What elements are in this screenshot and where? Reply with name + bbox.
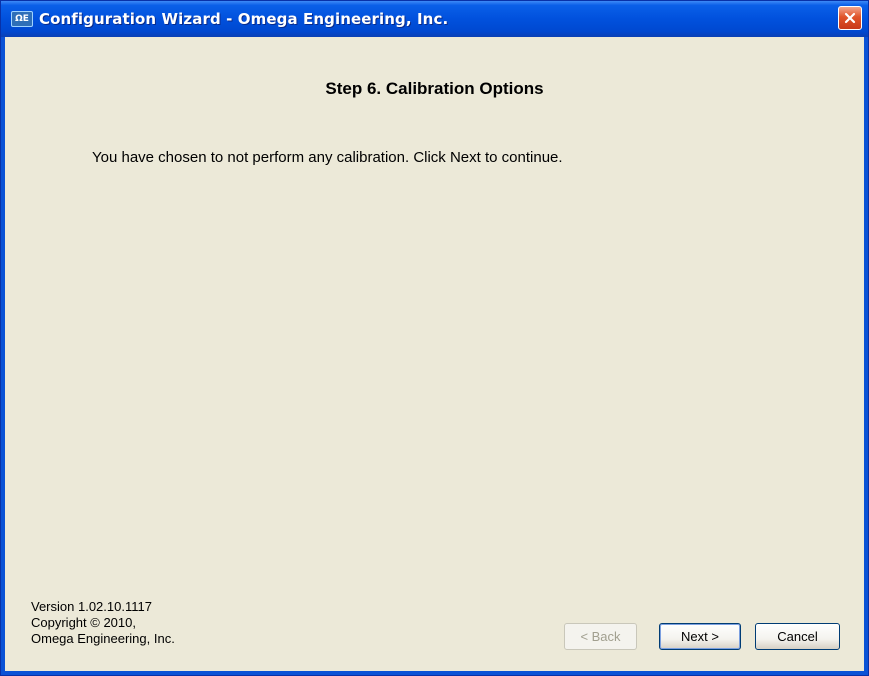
- version-text: Version 1.02.10.1117: [31, 599, 152, 614]
- omega-app-icon: ΩE: [11, 11, 33, 27]
- wizard-body: Step 6. Calibration Options You have cho…: [5, 37, 864, 671]
- info-message: You have chosen to not perform any calib…: [92, 149, 563, 166]
- close-icon: [844, 12, 856, 24]
- page-title: Step 6. Calibration Options: [325, 79, 544, 98]
- copyright-text: Copyright © 2010,: [31, 615, 136, 630]
- back-button[interactable]: < Back: [564, 623, 637, 650]
- title-bar[interactable]: ΩE Configuration Wizard - Omega Engineer…: [1, 1, 868, 37]
- close-button[interactable]: [838, 6, 862, 30]
- window-title: Configuration Wizard - Omega Engineering…: [39, 10, 449, 28]
- wizard-window: ΩE Configuration Wizard - Omega Engineer…: [0, 0, 869, 676]
- company-text: Omega Engineering, Inc.: [31, 631, 175, 646]
- version-info: Version 1.02.10.1117 Copyright © 2010, O…: [31, 599, 175, 647]
- cancel-button[interactable]: Cancel: [755, 623, 840, 650]
- next-button[interactable]: Next >: [659, 623, 741, 650]
